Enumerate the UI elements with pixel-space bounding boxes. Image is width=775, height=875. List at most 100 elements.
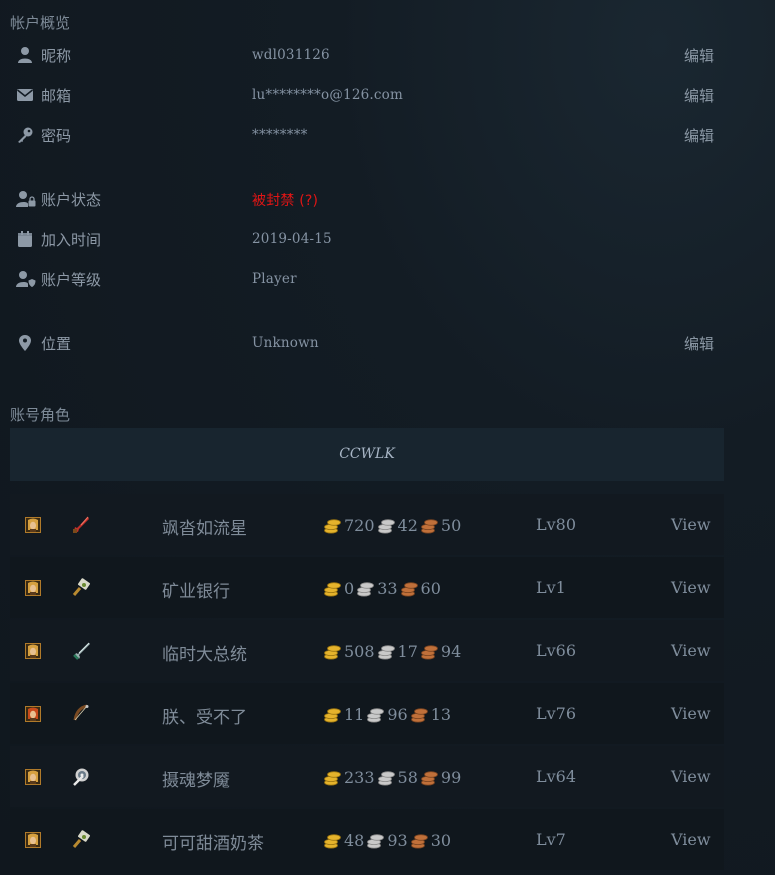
character-money: 11 96 13 — [323, 703, 453, 725]
password-value: ******** — [252, 127, 308, 143]
priest-staff-icon — [71, 767, 91, 787]
gold-amount: 11 — [344, 704, 365, 724]
copper-coin-icon — [410, 831, 429, 850]
gold-amount: 0 — [344, 578, 355, 598]
view-character-link[interactable]: View — [671, 767, 711, 786]
character-row: 临时大总统 508 17 94 Lv66 View — [10, 620, 724, 681]
view-character-link[interactable]: View — [671, 641, 711, 660]
email-value: lu********o@126.com — [252, 87, 403, 103]
character-name: 可可甜酒奶茶 — [162, 834, 264, 854]
silver-amount: 42 — [397, 515, 418, 535]
location-label: 位置 — [41, 335, 72, 353]
calendar-icon — [16, 230, 34, 248]
character-money: 720 42 50 — [323, 514, 463, 536]
password-label: 密码 — [41, 127, 72, 145]
human-male-icon — [25, 517, 41, 533]
location-row: 位置 Unknown 编辑 — [0, 328, 730, 358]
character-row: 摄魂梦魇 233 58 99 Lv64 View — [10, 746, 724, 807]
account-level-row: 账户等级 Player — [0, 264, 730, 294]
paladin-hammer-icon — [71, 830, 91, 850]
silver-amount: 33 — [377, 578, 398, 598]
gold-amount: 233 — [344, 767, 375, 787]
user-shield-icon — [16, 270, 36, 288]
key-icon — [16, 126, 34, 144]
character-level: Lv66 — [536, 641, 577, 660]
join-date-label: 加入时间 — [41, 231, 102, 249]
edit-email-link[interactable]: 编辑 — [684, 85, 714, 106]
edit-nickname-link[interactable]: 编辑 — [684, 45, 714, 66]
character-level: Lv7 — [536, 830, 566, 849]
gold-amount: 720 — [344, 515, 375, 535]
silver-coin-icon — [377, 516, 396, 535]
location-value: Unknown — [252, 335, 319, 351]
character-money: 233 58 99 — [323, 766, 463, 788]
hunter-bow-icon — [71, 704, 91, 724]
gold-coin-icon — [323, 705, 342, 724]
warrior-sword-icon — [71, 641, 91, 661]
characters-section-title: 账号角色 — [10, 406, 71, 424]
silver-coin-icon — [377, 768, 396, 787]
user-lock-icon — [16, 190, 36, 208]
edit-password-link[interactable]: 编辑 — [684, 125, 714, 146]
copper-amount: 60 — [420, 578, 441, 598]
map-pin-icon — [16, 334, 34, 352]
character-name: 飒沓如流星 — [162, 519, 247, 539]
copper-coin-icon — [420, 768, 439, 787]
realm-header: CCWLK — [10, 428, 724, 481]
character-row: 矿业银行 0 33 60 Lv1 View — [10, 557, 724, 618]
character-level: Lv80 — [536, 515, 577, 534]
gold-coin-icon — [323, 642, 342, 661]
account-level-label: 账户等级 — [41, 271, 102, 289]
silver-coin-icon — [366, 705, 385, 724]
character-name: 摄魂梦魇 — [162, 771, 230, 791]
character-name: 朕、受不了 — [162, 708, 247, 728]
human-female-icon — [25, 706, 41, 722]
copper-coin-icon — [410, 705, 429, 724]
character-money: 0 33 60 — [323, 577, 443, 599]
join-date-value: 2019-04-15 — [252, 231, 332, 247]
gold-amount: 48 — [344, 830, 365, 850]
paladin-hammer-icon — [71, 578, 91, 598]
silver-amount: 17 — [397, 641, 418, 661]
character-money: 48 93 30 — [323, 829, 453, 851]
nickname-label: 昵称 — [41, 47, 72, 65]
copper-amount: 94 — [440, 641, 462, 661]
gold-coin-icon — [323, 579, 342, 598]
account-level-value: Player — [252, 271, 297, 287]
gold-amount: 508 — [344, 641, 375, 661]
character-name: 临时大总统 — [162, 645, 247, 665]
view-character-link[interactable]: View — [671, 704, 711, 723]
copper-amount: 13 — [430, 704, 452, 724]
gold-coin-icon — [323, 768, 342, 787]
character-name: 矿业银行 — [162, 582, 230, 602]
copper-amount: 99 — [440, 767, 462, 787]
copper-coin-icon — [400, 579, 419, 598]
human-male-icon — [25, 580, 41, 596]
view-character-link[interactable]: View — [671, 830, 711, 849]
silver-amount: 93 — [387, 830, 408, 850]
view-character-link[interactable]: View — [671, 515, 711, 534]
silver-amount: 96 — [387, 704, 408, 724]
account-overview-title: 帐户概览 — [10, 14, 71, 32]
rogue-dagger-icon — [71, 515, 91, 535]
character-level: Lv64 — [536, 767, 577, 786]
view-character-link[interactable]: View — [671, 578, 711, 597]
copper-amount: 30 — [430, 830, 452, 850]
account-status-value[interactable]: 被封禁 (?) — [252, 190, 318, 210]
account-status-row: 账户状态 被封禁 (?) — [0, 184, 730, 214]
silver-coin-icon — [377, 642, 396, 661]
character-row: 朕、受不了 11 96 13 Lv76 View — [10, 683, 724, 744]
email-label: 邮箱 — [41, 87, 72, 105]
character-level: Lv76 — [536, 704, 577, 723]
nickname-row: 昵称 wdl031126 编辑 — [0, 40, 730, 70]
copper-amount: 50 — [440, 515, 462, 535]
nickname-value: wdl031126 — [252, 47, 330, 63]
edit-location-link[interactable]: 编辑 — [684, 333, 714, 354]
realm-name: CCWLK — [339, 446, 395, 462]
copper-coin-icon — [420, 516, 439, 535]
gold-coin-icon — [323, 831, 342, 850]
human-male-icon — [25, 769, 41, 785]
gold-coin-icon — [323, 516, 342, 535]
character-money: 508 17 94 — [323, 640, 463, 662]
silver-amount: 58 — [397, 767, 418, 787]
